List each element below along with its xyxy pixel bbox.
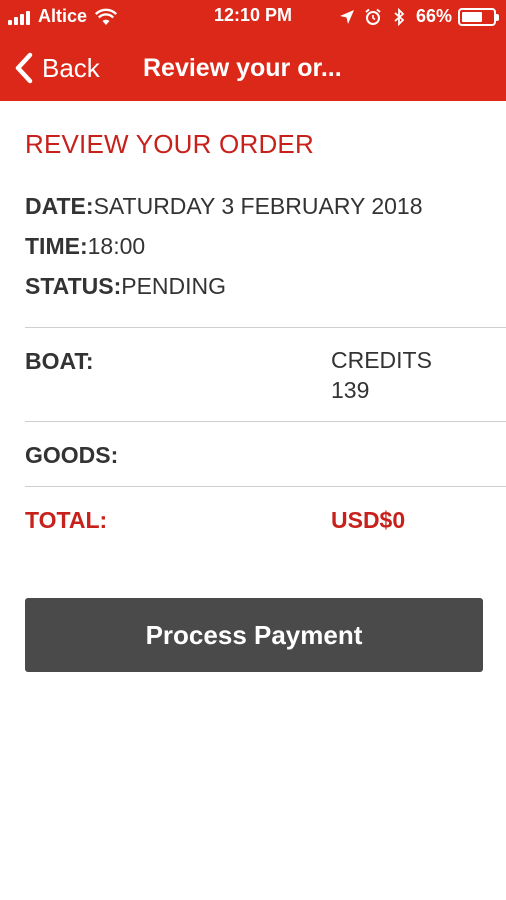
total-value: USD$0 xyxy=(331,507,406,533)
order-date: DATE:SATURDAY 3 FEBRUARY 2018 xyxy=(25,193,423,220)
battery-percent: 66% xyxy=(415,6,452,26)
app-header: Altice 12:10 PM 66% Back Review your or.… xyxy=(0,0,506,101)
process-payment-button[interactable]: Process Payment xyxy=(25,598,483,672)
date-label: DATE: xyxy=(25,193,94,219)
divider xyxy=(25,327,506,328)
time-label: TIME: xyxy=(25,233,88,259)
divider xyxy=(25,421,506,422)
date-value: SATURDAY 3 FEBRUARY 2018 xyxy=(93,193,423,219)
order-status: STATUS:PENDING xyxy=(25,273,226,300)
status-bar-right: 66% xyxy=(338,6,499,27)
alarm-icon xyxy=(365,8,381,25)
boat-value: CREDITS 139 xyxy=(331,345,432,405)
navigation-bar: Back Review your or... xyxy=(0,38,506,98)
battery-fill xyxy=(462,11,482,22)
page-title: REVIEW YOUR ORDER xyxy=(25,129,314,159)
status-label: STATUS: xyxy=(25,273,122,299)
chevron-left-icon xyxy=(15,52,33,84)
goods-label: GOODS: xyxy=(25,442,119,468)
total-label: TOTAL: xyxy=(25,507,108,533)
location-arrow-icon xyxy=(339,9,354,24)
status-bar: Altice 12:10 PM 66% xyxy=(0,0,506,34)
boat-value-line2: 139 xyxy=(331,377,370,403)
order-time: TIME:18:00 xyxy=(25,233,145,260)
nav-title: Review your or... xyxy=(143,54,342,82)
back-label: Back xyxy=(42,52,100,83)
time-value: 18:00 xyxy=(87,233,146,259)
divider xyxy=(25,486,506,487)
back-button[interactable]: Back xyxy=(14,48,100,88)
status-value: PENDING xyxy=(121,273,227,299)
boat-label: BOAT: xyxy=(25,348,94,374)
boat-value-line1: CREDITS xyxy=(331,347,432,373)
battery-icon xyxy=(458,7,499,26)
bluetooth-icon xyxy=(394,7,405,26)
